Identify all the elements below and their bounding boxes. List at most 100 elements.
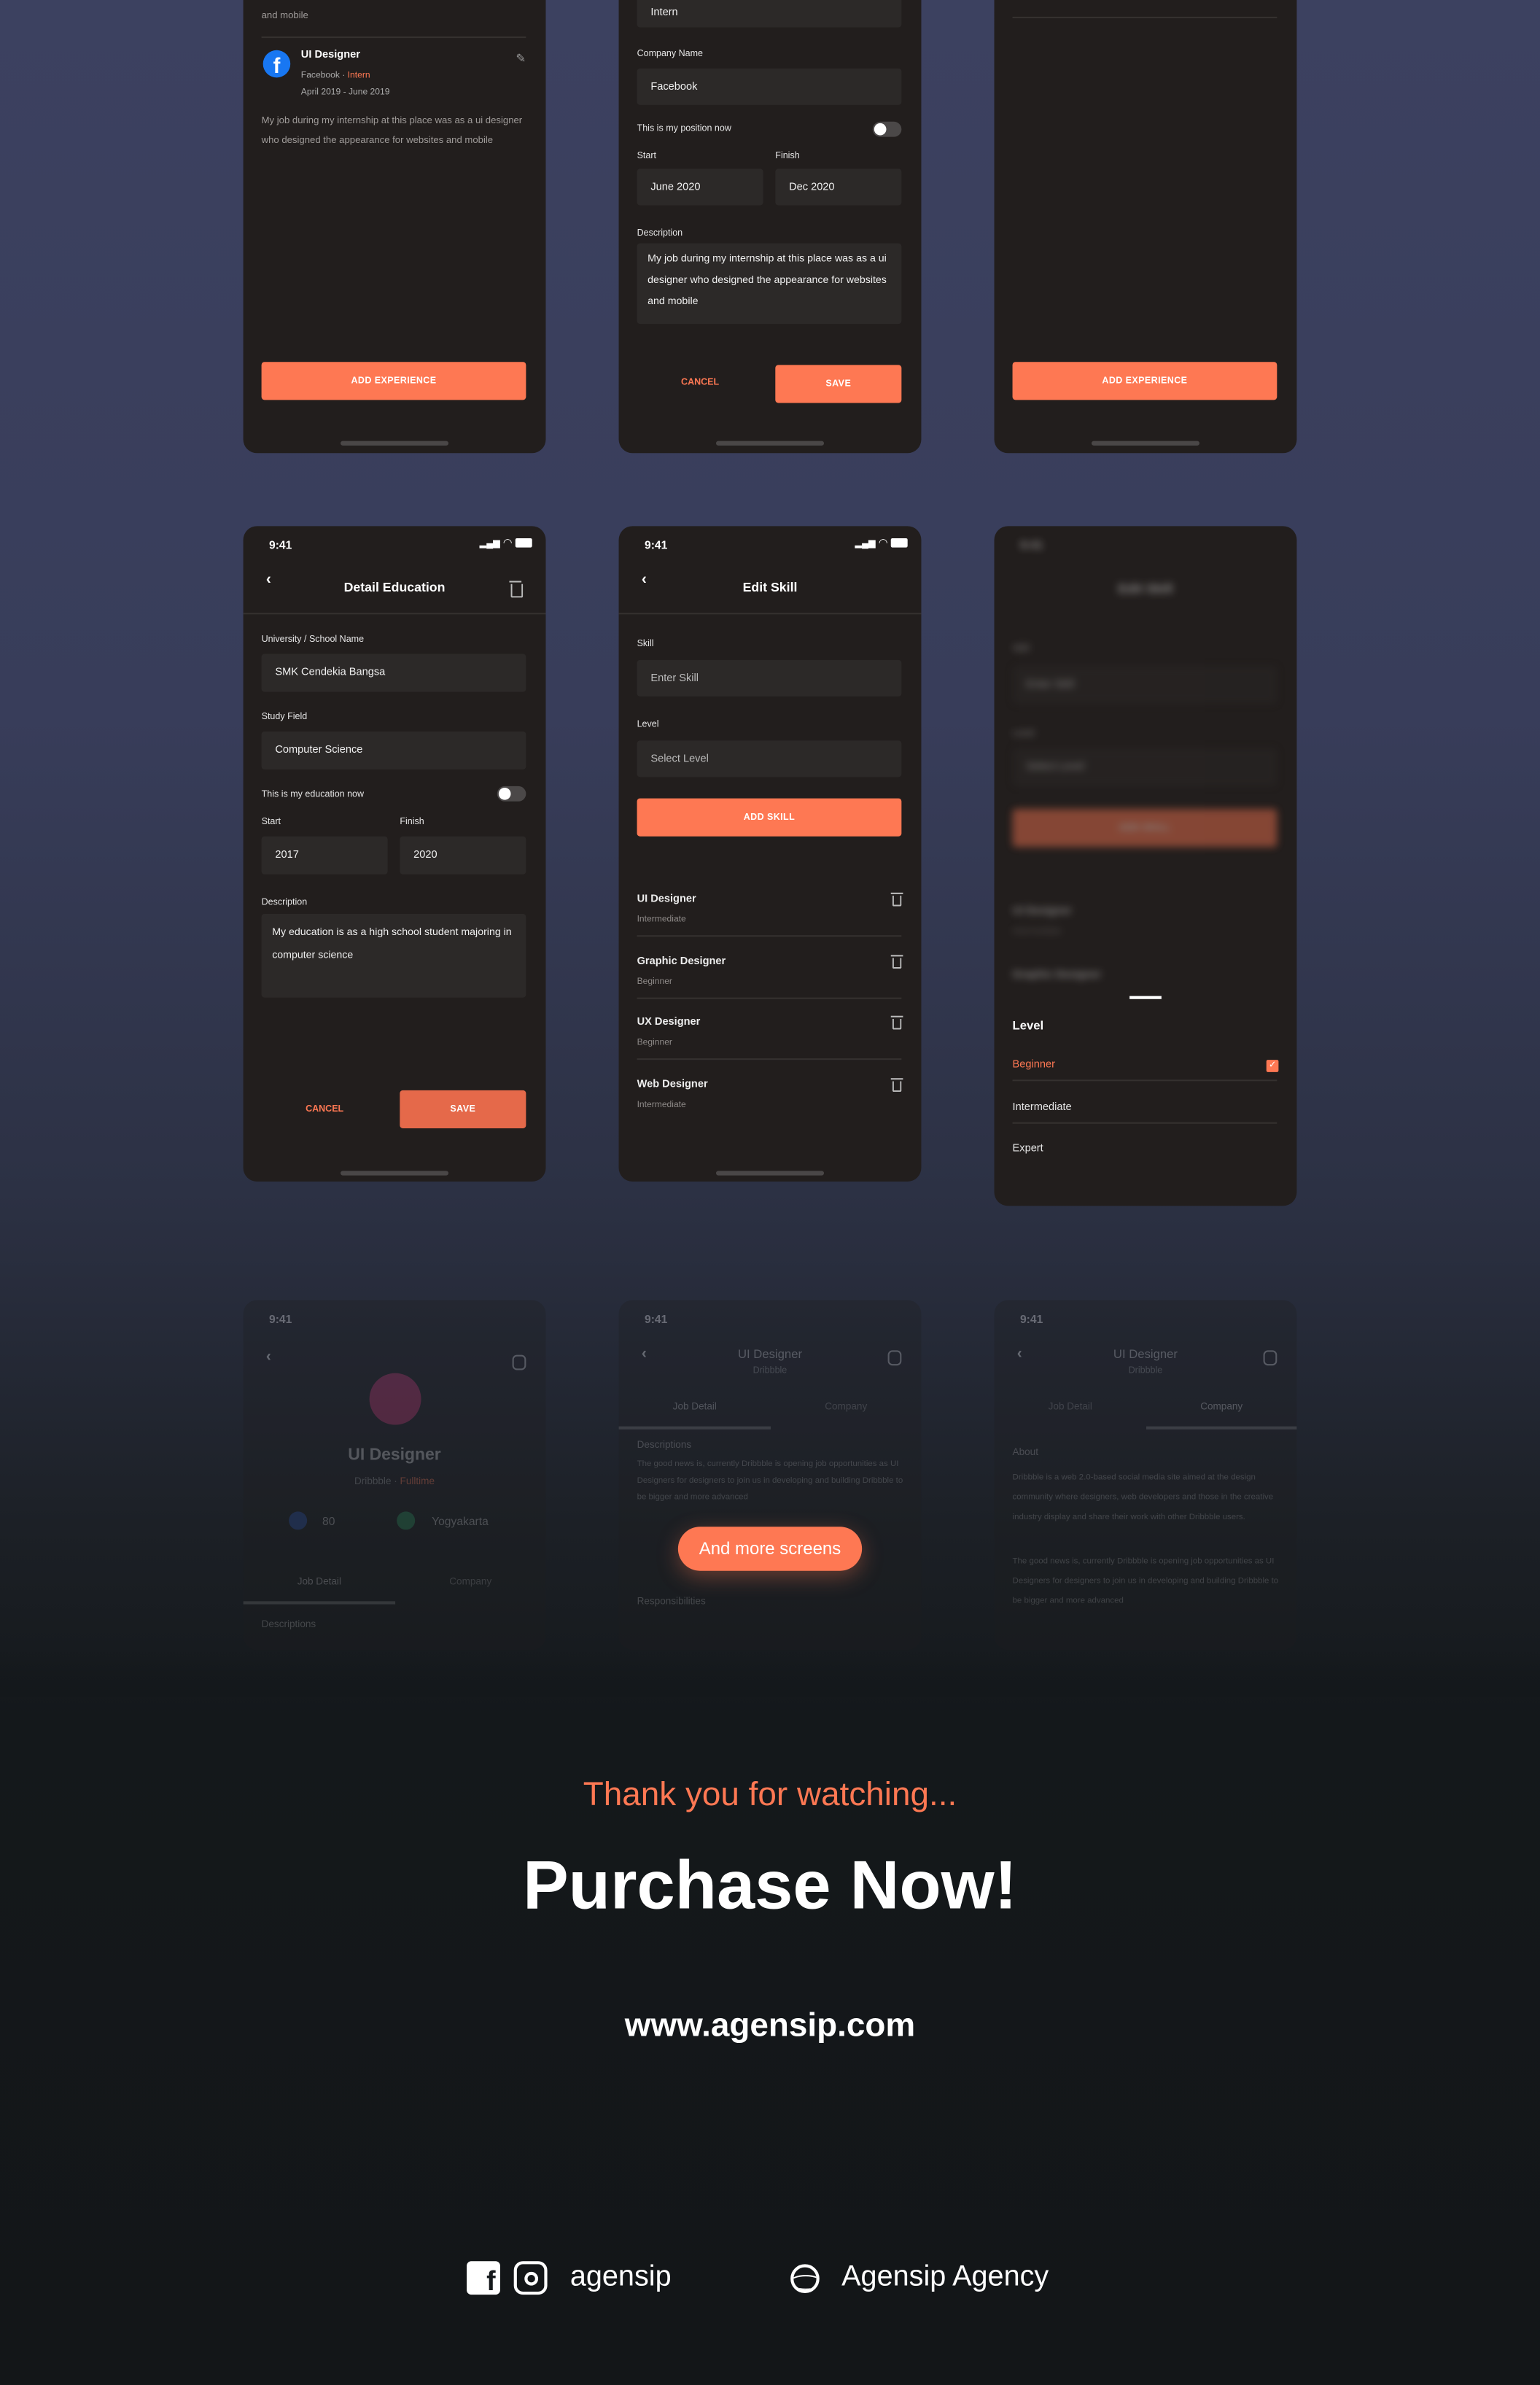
job-type: Fulltime <box>400 1476 435 1488</box>
select-level-screen: 9:41 Edit Skill Skill Enter Skill Level … <box>994 526 1297 1206</box>
level-label: Level <box>637 721 659 730</box>
experience-title: UI Designer <box>300 50 360 61</box>
dribbble-name[interactable]: Agensip Agency <box>841 2261 1049 2295</box>
battery-icon <box>515 538 532 548</box>
skill-level: Intermediate <box>637 1100 686 1109</box>
checkbox-checked-icon[interactable]: ✓ <box>1266 1060 1279 1072</box>
skill-level: Intermediate <box>637 915 686 925</box>
skill-input[interactable]: Enter Skill <box>637 659 902 697</box>
social-handle[interactable]: agensip <box>570 2261 672 2295</box>
school-name-field[interactable]: SMK Cendekia Bangsa <box>261 654 526 692</box>
finish-year-field[interactable]: 2020 <box>400 836 526 874</box>
level-option-label[interactable]: Intermediate <box>1013 1102 1072 1113</box>
home-indicator <box>341 441 449 446</box>
cancel-button[interactable]: CANCEL <box>681 379 719 388</box>
divider <box>261 36 526 39</box>
detail-education-screen: 9:41 ▂▄▆ ◠ ‹ Detail Education University … <box>243 526 546 1182</box>
experience-description: My job during my internship at this plac… <box>261 115 523 147</box>
start-year-field[interactable]: 2017 <box>261 836 388 874</box>
job-detail-screen: 9:41 ‹ UI Designer Dribbble Job Detail C… <box>618 1300 922 1651</box>
applicants-count: 80 <box>322 1514 335 1529</box>
instagram-icon[interactable] <box>513 2261 548 2295</box>
dribbble-icon[interactable] <box>790 2263 819 2292</box>
delete-trash-icon[interactable] <box>890 1077 903 1091</box>
home-indicator <box>341 1171 449 1176</box>
home-indicator <box>1091 441 1199 446</box>
level-option-label[interactable]: Expert <box>1013 1144 1043 1155</box>
job-type-field[interactable]: Intern <box>637 0 902 28</box>
experience-list-screen: and mobile f UI Designer Facebook · Inte… <box>243 0 546 454</box>
position-now-label: This is my position now <box>637 124 731 134</box>
start-date-field[interactable]: June 2020 <box>637 168 763 206</box>
dribbble-logo-icon <box>369 1373 421 1425</box>
blurred-edit-skill-background: 9:41 Edit Skill Skill Enter Skill Level … <box>995 526 1297 1012</box>
job-title: UI Designer <box>348 1446 441 1465</box>
delete-trash-icon[interactable] <box>890 1015 903 1030</box>
finish-date-field[interactable]: Dec 2020 <box>775 168 902 206</box>
dribbble-icon-line <box>793 2273 816 2289</box>
company-screen: 9:41 ‹ UI Designer Dribbble Job Detail C… <box>994 1300 1297 1651</box>
delete-trash-icon[interactable] <box>509 581 524 598</box>
level-select[interactable]: Select Level <box>637 740 902 777</box>
screen-title: Edit Skill <box>742 579 798 595</box>
level-option-label[interactable]: Beginner <box>1013 1060 1055 1071</box>
status-time: 9:41 <box>1019 538 1043 552</box>
delete-trash-icon[interactable] <box>890 892 903 907</box>
skill-name: UI Designer <box>637 893 696 905</box>
add-experience-button[interactable]: ADD EXPERIENCE <box>1012 362 1278 400</box>
facebook-icon[interactable]: f <box>467 2261 500 2295</box>
save-button[interactable]: SAVE <box>400 1090 526 1128</box>
status-time: 9:41 <box>1019 1312 1043 1327</box>
skill-name: Graphic Designer <box>1012 970 1102 981</box>
tab-job-detail: Job Detail <box>297 1577 341 1588</box>
skill-label: Skill <box>637 640 654 650</box>
website-link[interactable]: www.agensip.com <box>0 2006 1540 2045</box>
job-type: Intern <box>347 71 370 81</box>
edit-pencil-icon[interactable]: ✎ <box>516 52 526 66</box>
description-text: The good news is, currently Dribbble is … <box>637 1459 903 1502</box>
tab-company: Company <box>449 1577 492 1588</box>
skill-name: Web Designer <box>637 1079 708 1090</box>
description-textarea[interactable]: My education is as a high school student… <box>261 914 526 998</box>
tab-company: Company <box>825 1402 868 1413</box>
separator: · <box>339 71 348 81</box>
divider <box>1012 16 1278 19</box>
purchase-heading: Purchase Now! <box>523 1846 1017 1924</box>
finish-label: Finish <box>775 152 800 161</box>
study-field-input[interactable]: Computer Science <box>261 731 526 769</box>
skill-name: Graphic Designer <box>637 955 726 966</box>
description-textarea[interactable]: My job during my internship at this plac… <box>637 243 902 325</box>
company: Dribbble <box>354 1476 392 1488</box>
status-time: 9:41 <box>644 1312 668 1327</box>
more-screens-button[interactable]: And more screens <box>677 1527 863 1571</box>
delete-trash-icon[interactable] <box>890 954 903 969</box>
skill-label: Skill <box>1012 644 1030 654</box>
skill-level: Beginner <box>637 1038 672 1048</box>
position-now-toggle[interactable] <box>872 121 902 137</box>
status-time: 9:41 <box>644 538 668 552</box>
add-skill-button[interactable]: ADD SKILL <box>637 798 902 837</box>
divider <box>637 996 902 998</box>
experience-company: Facebook · Intern <box>301 71 370 81</box>
divider <box>1012 1079 1278 1082</box>
company-name-field[interactable]: Facebook <box>637 68 902 105</box>
sheet-handle[interactable] <box>1129 996 1162 998</box>
social-footer: f agensip Agensip Agency <box>467 2261 1049 2295</box>
home-indicator <box>715 441 825 446</box>
skill-input: Enter Skill <box>1012 666 1278 705</box>
school-label: University / School Name <box>261 635 365 645</box>
company: Dribbble <box>752 1367 788 1376</box>
description-label: Description <box>637 229 683 239</box>
cancel-button[interactable]: CANCEL <box>306 1106 343 1115</box>
wifi-icon: ◠ <box>502 538 513 549</box>
edit-skill-screen: 9:41 ▂▄▆ ◠ ‹ Edit Skill Skill Enter Skill… <box>618 526 922 1182</box>
education-now-toggle[interactable] <box>497 786 526 802</box>
job-title: UI Designer <box>1113 1347 1178 1361</box>
add-experience-button[interactable]: ADD EXPERIENCE <box>261 362 526 400</box>
promo-page: and mobile f UI Designer Facebook · Inte… <box>0 0 1540 2385</box>
status-time: 9:41 <box>269 538 292 552</box>
education-now-label: This is my education now <box>261 791 365 800</box>
skill-name: UI Designer <box>1012 906 1072 918</box>
save-button[interactable]: SAVE <box>775 365 902 403</box>
header-divider <box>618 613 922 615</box>
